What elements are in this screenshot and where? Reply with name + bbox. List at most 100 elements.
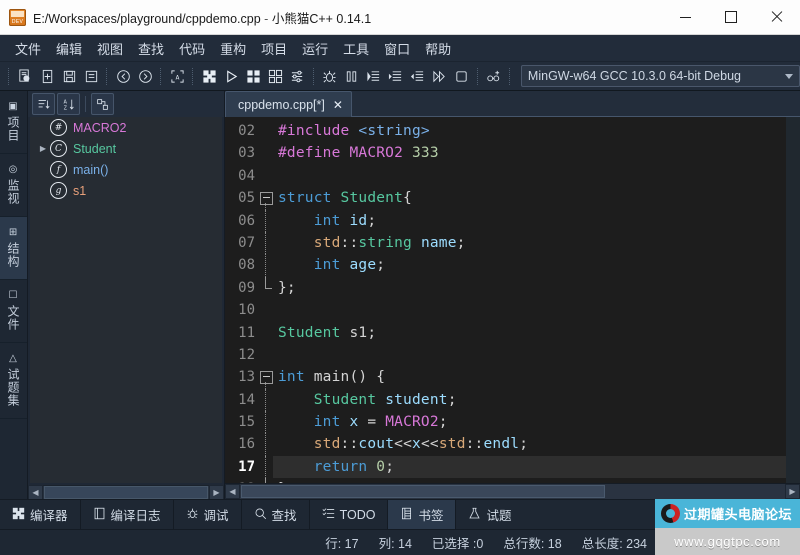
bottom-tab-search[interactable]: 查找 <box>242 500 310 529</box>
rail-tab-watch[interactable]: ◎ 监视 <box>0 154 27 217</box>
new-file-icon[interactable] <box>37 66 57 87</box>
stop-icon[interactable] <box>452 66 472 87</box>
sort-by-type-icon[interactable] <box>32 93 55 115</box>
fold-marker[interactable] <box>259 366 273 389</box>
scroll-right-button[interactable]: ▶ <box>209 485 224 500</box>
code-line[interactable]: std::cout<<x<<std::endl; <box>273 433 786 455</box>
code-line[interactable]: int age; <box>273 254 786 276</box>
fold-collapse-icon[interactable] <box>260 192 273 206</box>
step-return-icon[interactable] <box>408 66 428 87</box>
code-line[interactable]: Student student; <box>273 389 786 411</box>
rail-tab-files[interactable]: ☐ 文件 <box>0 280 27 343</box>
code-line[interactable]: Student s1; <box>273 322 786 344</box>
bottom-tab-problem[interactable]: 试题 <box>456 500 523 529</box>
code-line[interactable]: } <box>273 478 786 483</box>
continue-icon[interactable] <box>430 66 450 87</box>
compile-run-icon[interactable] <box>243 66 263 87</box>
menu-edit[interactable]: 编辑 <box>49 36 89 61</box>
svg-text:Z: Z <box>64 105 68 111</box>
code-line[interactable]: return 0; <box>273 455 786 479</box>
debug-icon[interactable] <box>320 66 340 87</box>
list-item[interactable]: # MACRO2 <box>30 117 222 138</box>
code-area[interactable]: #include <string> #define MACRO2 333 stru… <box>273 117 786 483</box>
menu-project[interactable]: 项目 <box>254 36 294 61</box>
show-inherited-icon[interactable] <box>91 93 114 115</box>
step-into-icon[interactable] <box>364 66 384 87</box>
open-file-icon[interactable] <box>15 66 35 87</box>
editor-hscrollbar[interactable]: ◀ ▶ <box>225 483 800 499</box>
code-line[interactable] <box>273 165 786 187</box>
back-icon[interactable] <box>113 66 133 87</box>
compile-icon[interactable] <box>199 66 219 87</box>
bottom-tab-todo[interactable]: TODO <box>310 500 389 529</box>
structure-hscrollbar[interactable]: ◀ ▶ <box>28 485 224 500</box>
menu-refactor[interactable]: 重构 <box>213 36 253 61</box>
code-line[interactable]: int x = MACRO2; <box>273 411 786 433</box>
menu-view[interactable]: 视图 <box>90 36 130 61</box>
compiler-set-dropdown[interactable]: MinGW-w64 GCC 10.3.0 64-bit Debug <box>520 65 800 87</box>
scroll-right-button[interactable]: ▶ <box>785 484 800 499</box>
menu-tools[interactable]: 工具 <box>336 36 376 61</box>
code-line[interactable]: std::string name; <box>273 232 786 254</box>
fold-marker <box>259 344 273 366</box>
menu-file[interactable]: 文件 <box>8 36 48 61</box>
code-line[interactable]: #include <string> <box>273 120 786 142</box>
code-line[interactable]: int id; <box>273 210 786 232</box>
maximize-button[interactable] <box>708 0 754 34</box>
list-item[interactable]: g s1 <box>30 180 222 201</box>
bottom-tab-compile-log[interactable]: 编译日志 <box>81 500 174 529</box>
tree-expander[interactable]: ▶ <box>36 144 50 153</box>
scroll-left-button[interactable]: ◀ <box>225 484 240 499</box>
select-all-icon[interactable]: A <box>167 66 187 87</box>
editor-tab-cppdemo[interactable]: cppdemo.cpp[*] ✕ <box>225 91 352 117</box>
rail-tab-project[interactable]: ▣ 项目 <box>0 91 27 154</box>
fold-collapse-icon[interactable] <box>260 371 273 385</box>
main-body: ▣ 项目 ◎ 监视 ⊞ 结构 ☐ 文件 △ 试题集 A Z # MACRO2 ▶… <box>0 91 800 500</box>
code-token: :: <box>465 436 484 453</box>
sort-alphabetically-icon[interactable]: AZ <box>57 93 80 115</box>
code-line[interactable]: int main() { <box>273 366 786 388</box>
add-watch-icon[interactable] <box>484 66 504 87</box>
step-over-icon[interactable] <box>342 66 362 87</box>
structure-tree[interactable]: # MACRO2 ▶ C Student f main() g s1 <box>30 117 222 483</box>
minimize-button[interactable] <box>662 0 708 34</box>
menu-code[interactable]: 代码 <box>172 36 212 61</box>
scrollbar-thumb[interactable] <box>241 485 606 498</box>
scrollbar-thumb[interactable] <box>44 486 208 499</box>
code-line[interactable]: }; <box>273 277 786 299</box>
code-line[interactable]: struct Student{ <box>273 187 786 209</box>
bottom-tab-bookmark[interactable]: 书签 <box>388 500 457 529</box>
menu-run[interactable]: 运行 <box>295 36 335 61</box>
save-icon[interactable] <box>59 66 79 87</box>
step-out-icon[interactable] <box>386 66 406 87</box>
run-icon[interactable] <box>221 66 241 87</box>
toolbar-separator <box>8 67 10 85</box>
rail-tab-structure[interactable]: ⊞ 结构 <box>0 217 27 280</box>
fold-marker <box>259 142 273 164</box>
save-all-icon[interactable] <box>81 66 101 87</box>
fold-marker[interactable] <box>259 187 273 210</box>
bottom-tab-compiler[interactable]: 编译器 <box>0 500 81 529</box>
code-line[interactable] <box>273 299 786 321</box>
menu-search[interactable]: 查找 <box>131 36 171 61</box>
editor-vscrollbar[interactable] <box>786 117 800 483</box>
options-icon[interactable] <box>288 66 308 87</box>
close-button[interactable] <box>754 0 800 34</box>
line-number: 06 <box>238 212 255 229</box>
menu-window[interactable]: 窗口 <box>377 36 417 61</box>
code-line[interactable] <box>273 344 786 366</box>
code-line[interactable]: #define MACRO2 333 <box>273 142 786 164</box>
bottom-tab-search-label: 查找 <box>271 509 297 523</box>
rebuild-icon[interactable] <box>265 66 285 87</box>
fold-marker <box>259 120 273 142</box>
list-item[interactable]: ▶ C Student <box>30 138 222 159</box>
close-icon[interactable]: ✕ <box>333 98 343 112</box>
forward-icon[interactable] <box>135 66 155 87</box>
menu-help[interactable]: 帮助 <box>418 36 458 61</box>
bottom-tab-debug[interactable]: 调试 <box>174 500 242 529</box>
code-editor[interactable]: 02 03 04 05 06 07 08 09 10 11 12 13 14 15 16 17 18 #incl… <box>225 117 800 483</box>
scroll-left-button[interactable]: ◀ <box>28 485 43 500</box>
fold-gutter[interactable] <box>259 117 273 483</box>
rail-tab-problem-set[interactable]: △ 试题集 <box>0 343 27 419</box>
list-item[interactable]: f main() <box>30 159 222 180</box>
